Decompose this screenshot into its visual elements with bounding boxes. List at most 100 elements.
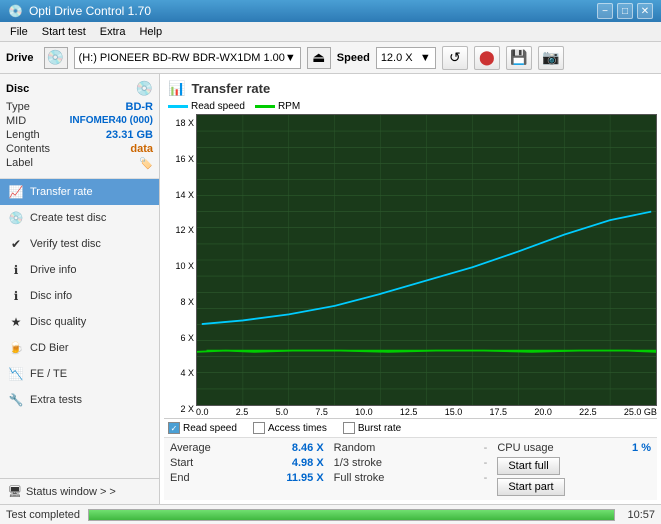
- verify-test-icon: ✔: [8, 236, 24, 252]
- close-button[interactable]: ✕: [637, 3, 653, 19]
- titlebar-controls: − □ ✕: [597, 3, 653, 19]
- start-part-button[interactable]: Start part: [497, 478, 564, 496]
- stat-col-right: CPU usage 1 % Start full Start part: [497, 442, 651, 496]
- legend-rpm: RPM: [255, 101, 300, 112]
- progress-fill: [89, 510, 614, 520]
- legend-rpm-color: [255, 105, 275, 108]
- mid-label: MID: [6, 115, 26, 127]
- nav-section: 📈 Transfer rate 💿 Create test disc ✔ Ver…: [0, 179, 159, 478]
- start-full-button[interactable]: Start full: [497, 457, 559, 475]
- toolbar: Drive 💿 (H:) PIONEER BD-RW BDR-WX1DM 1.0…: [0, 42, 661, 74]
- y-label-8: 8 X: [166, 297, 194, 307]
- chart-title-bar: 📊 Transfer rate: [164, 78, 657, 99]
- start-row: Start 4.98 X: [170, 457, 324, 469]
- status-window-button[interactable]: 🖥 Status window > >: [0, 478, 159, 504]
- menu-start-test[interactable]: Start test: [36, 24, 92, 40]
- chart-wrapper: [196, 114, 657, 406]
- screenshot-button[interactable]: 📷: [538, 46, 564, 70]
- nav-cd-bier[interactable]: 🍺 CD Bier: [0, 335, 159, 361]
- nav-extra-tests-label: Extra tests: [30, 394, 82, 406]
- cd-bier-icon: 🍺: [8, 340, 24, 356]
- cb-access-times[interactable]: Access times: [253, 422, 327, 434]
- cpu-row: CPU usage 1 %: [497, 442, 651, 454]
- drive-info-icon: ℹ: [8, 262, 24, 278]
- x-label-17-5: 17.5: [490, 407, 508, 417]
- chart-plot-area: 0.0 2.5 5.0 7.5 10.0 12.5 15.0 17.5 20.0…: [196, 114, 657, 418]
- speed-label: Speed: [337, 52, 370, 64]
- status-text: Test completed: [6, 509, 80, 521]
- menu-extra[interactable]: Extra: [94, 24, 132, 40]
- legend-rpm-label: RPM: [278, 101, 300, 112]
- chart-area: 📊 Transfer rate Read speed RPM 18 X 16 X…: [160, 74, 661, 504]
- read-speed-checkbox[interactable]: [168, 422, 180, 434]
- label-label: Label: [6, 157, 33, 170]
- x-label-5: 5.0: [276, 407, 289, 417]
- nav-extra-tests[interactable]: 🔧 Extra tests: [0, 387, 159, 413]
- menu-help[interactable]: Help: [133, 24, 168, 40]
- drive-dropdown[interactable]: (H:) PIONEER BD-RW BDR-WX1DM 1.00 ▼: [74, 47, 301, 69]
- cb-burst-rate[interactable]: Burst rate: [343, 422, 401, 434]
- nav-disc-quality[interactable]: ★ Disc quality: [0, 309, 159, 335]
- eject-button[interactable]: ⏏: [307, 47, 331, 69]
- access-times-cb-label: Access times: [268, 423, 327, 434]
- label-icon: 🏷️: [139, 157, 153, 170]
- x-label-15: 15.0: [445, 407, 463, 417]
- cpu-label: CPU usage: [497, 442, 553, 454]
- menu-file[interactable]: File: [4, 24, 34, 40]
- length-value: 23.31 GB: [106, 129, 153, 141]
- create-test-icon: 💿: [8, 210, 24, 226]
- refresh-button[interactable]: ↺: [442, 46, 468, 70]
- nav-transfer-rate[interactable]: 📈 Transfer rate: [0, 179, 159, 205]
- end-val: 11.95 X: [286, 472, 323, 484]
- y-label-12: 12 X: [166, 225, 194, 235]
- stat-col-mid: Random - 1/3 stroke - Full stroke -: [334, 442, 488, 496]
- start-val: 4.98 X: [292, 457, 324, 469]
- random-val: -: [484, 442, 488, 454]
- x-label-0: 0.0: [196, 407, 209, 417]
- access-times-checkbox[interactable]: [253, 422, 265, 434]
- start-label: Start: [170, 457, 193, 469]
- y-axis: 18 X 16 X 14 X 12 X 10 X 8 X 6 X 4 X 2 X: [164, 114, 196, 418]
- x-axis: 0.0 2.5 5.0 7.5 10.0 12.5 15.0 17.5 20.0…: [196, 406, 657, 418]
- average-val: 8.46 X: [292, 442, 324, 454]
- nav-create-test-disc[interactable]: 💿 Create test disc: [0, 205, 159, 231]
- chart-title-text: Transfer rate: [191, 81, 270, 96]
- disc-quality-icon: ★: [8, 314, 24, 330]
- record-button[interactable]: ⬤: [474, 46, 500, 70]
- fe-te-icon: 📉: [8, 366, 24, 382]
- nav-drive-info[interactable]: ℹ Drive info: [0, 257, 159, 283]
- cb-read-speed[interactable]: Read speed: [168, 422, 237, 434]
- drive-label: Drive: [6, 52, 34, 64]
- speed-dropdown[interactable]: 12.0 X ▼: [376, 47, 436, 69]
- length-label: Length: [6, 129, 40, 141]
- y-label-14: 14 X: [166, 190, 194, 200]
- stroke-1-3-row: 1/3 stroke -: [334, 457, 488, 469]
- full-stroke-label: Full stroke: [334, 472, 385, 484]
- x-label-20: 20.0: [534, 407, 552, 417]
- burst-rate-checkbox[interactable]: [343, 422, 355, 434]
- nav-cd-bier-label: CD Bier: [30, 342, 69, 354]
- chart-controls: Read speed Access times Burst rate: [164, 418, 657, 437]
- legend-read-color: [168, 105, 188, 108]
- nav-fe-te-label: FE / TE: [30, 368, 67, 380]
- menubar: File Start test Extra Help: [0, 22, 661, 42]
- extra-tests-icon: 🔧: [8, 392, 24, 408]
- legend-read-label: Read speed: [191, 101, 245, 112]
- nav-disc-info[interactable]: ℹ Disc info: [0, 283, 159, 309]
- x-label-12-5: 12.5: [400, 407, 418, 417]
- nav-create-test-label: Create test disc: [30, 212, 106, 224]
- end-label: End: [170, 472, 190, 484]
- average-label: Average: [170, 442, 211, 454]
- y-label-2: 2 X: [166, 404, 194, 414]
- type-label: Type: [6, 101, 30, 113]
- y-label-4: 4 X: [166, 368, 194, 378]
- minimize-button[interactable]: −: [597, 3, 613, 19]
- maximize-button[interactable]: □: [617, 3, 633, 19]
- save-button[interactable]: 💾: [506, 46, 532, 70]
- nav-fe-te[interactable]: 📉 FE / TE: [0, 361, 159, 387]
- x-label-7-5: 7.5: [315, 407, 328, 417]
- y-label-10: 10 X: [166, 261, 194, 271]
- random-row: Random -: [334, 442, 488, 454]
- nav-verify-test-disc[interactable]: ✔ Verify test disc: [0, 231, 159, 257]
- stroke-1-3-val: -: [484, 457, 488, 469]
